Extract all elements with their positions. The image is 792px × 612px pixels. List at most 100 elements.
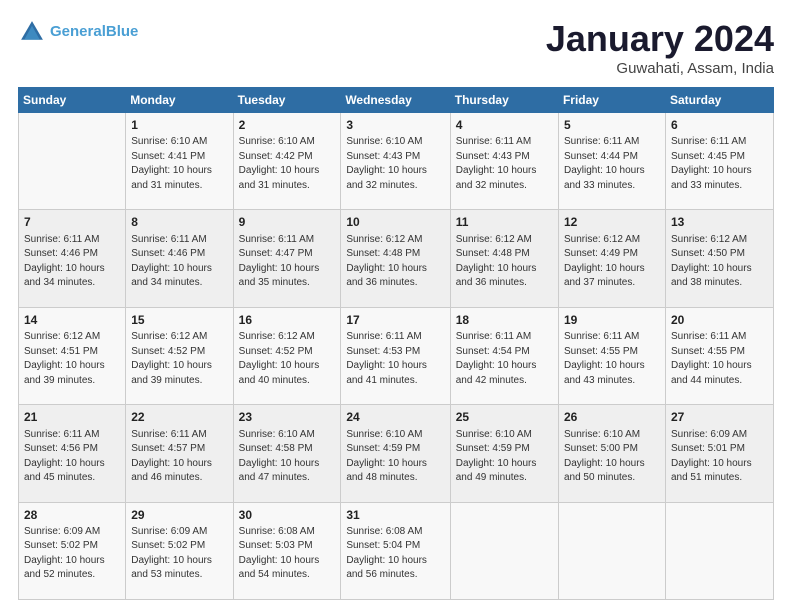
day-cell: 28Sunrise: 6:09 AMSunset: 5:02 PMDayligh… xyxy=(19,502,126,599)
day-number: 30 xyxy=(239,507,336,524)
day-cell xyxy=(450,502,558,599)
day-number: 20 xyxy=(671,312,768,329)
weekday-saturday: Saturday xyxy=(665,88,773,113)
day-info: Sunrise: 6:11 AMSunset: 4:55 PMDaylight:… xyxy=(671,330,768,388)
week-row-4: 21 Sunrise: 6:11 AMSunset: 4:56 PMDayligh… xyxy=(19,405,774,502)
day-number: 29 xyxy=(131,507,227,524)
day-number: 12 xyxy=(564,214,660,231)
day-cell: 31Sunrise: 6:08 AMSunset: 5:04 PMDayligh… xyxy=(341,502,450,599)
day-info: Sunrise: 6:09 AMSunset: 5:02 PMDaylight:… xyxy=(131,525,227,583)
day-info: Sunrise: 6:08 AMSunset: 5:03 PMDaylight:… xyxy=(239,525,336,583)
logo: GeneralBlue xyxy=(18,18,138,46)
day-number: 14 xyxy=(24,312,120,329)
day-number: 24 xyxy=(346,409,444,426)
day-cell: 7 Sunrise: 6:11 AMSunset: 4:46 PMDaylight… xyxy=(19,210,126,307)
day-cell: 24 Sunrise: 6:10 AMSunset: 4:59 PMDayligh… xyxy=(341,405,450,502)
day-number: 7 xyxy=(24,214,120,231)
day-info: Sunrise: 6:11 AMSunset: 4:47 PMDaylight:… xyxy=(239,233,336,291)
week-row-1: 1Sunrise: 6:10 AMSunset: 4:41 PMDaylight… xyxy=(19,113,774,210)
day-cell: 25Sunrise: 6:10 AMSunset: 4:59 PMDayligh… xyxy=(450,405,558,502)
logo-text: GeneralBlue xyxy=(50,23,138,41)
day-cell: 9 Sunrise: 6:11 AMSunset: 4:47 PMDaylight… xyxy=(233,210,341,307)
day-cell: 16Sunrise: 6:12 AMSunset: 4:52 PMDayligh… xyxy=(233,307,341,404)
day-cell: 23 Sunrise: 6:10 AMSunset: 4:58 PMDayligh… xyxy=(233,405,341,502)
day-cell: 26 Sunrise: 6:10 AMSunset: 5:00 PMDayligh… xyxy=(558,405,665,502)
day-cell: 20Sunrise: 6:11 AMSunset: 4:55 PMDayligh… xyxy=(665,307,773,404)
day-cell: 18Sunrise: 6:11 AMSunset: 4:54 PMDayligh… xyxy=(450,307,558,404)
day-cell: 30Sunrise: 6:08 AMSunset: 5:03 PMDayligh… xyxy=(233,502,341,599)
day-info: Sunrise: 6:10 AMSunset: 4:58 PMDaylight:… xyxy=(239,428,336,486)
day-info: Sunrise: 6:10 AMSunset: 5:00 PMDaylight:… xyxy=(564,428,660,486)
day-cell: 14Sunrise: 6:12 AMSunset: 4:51 PMDayligh… xyxy=(19,307,126,404)
day-cell: 29Sunrise: 6:09 AMSunset: 5:02 PMDayligh… xyxy=(126,502,233,599)
day-info: Sunrise: 6:09 AMSunset: 5:02 PMDaylight:… xyxy=(24,525,120,583)
day-number: 2 xyxy=(239,117,336,134)
day-number: 5 xyxy=(564,117,660,134)
day-cell: 2Sunrise: 6:10 AMSunset: 4:42 PMDaylight… xyxy=(233,113,341,210)
day-info: Sunrise: 6:11 AMSunset: 4:54 PMDaylight:… xyxy=(456,330,553,388)
day-info: Sunrise: 6:11 AMSunset: 4:56 PMDaylight:… xyxy=(24,428,120,486)
day-cell: 11Sunrise: 6:12 AMSunset: 4:48 PMDayligh… xyxy=(450,210,558,307)
day-cell: 22 Sunrise: 6:11 AMSunset: 4:57 PMDayligh… xyxy=(126,405,233,502)
day-info: Sunrise: 6:12 AMSunset: 4:50 PMDaylight:… xyxy=(671,233,768,291)
day-cell: 27Sunrise: 6:09 AMSunset: 5:01 PMDayligh… xyxy=(665,405,773,502)
day-info: Sunrise: 6:11 AMSunset: 4:57 PMDaylight:… xyxy=(131,428,227,486)
day-number: 4 xyxy=(456,117,553,134)
day-number: 18 xyxy=(456,312,553,329)
day-cell: 15Sunrise: 6:12 AMSunset: 4:52 PMDayligh… xyxy=(126,307,233,404)
day-info: Sunrise: 6:11 AMSunset: 4:46 PMDaylight:… xyxy=(24,233,120,291)
day-number: 26 xyxy=(564,409,660,426)
day-number: 6 xyxy=(671,117,768,134)
day-cell: 13Sunrise: 6:12 AMSunset: 4:50 PMDayligh… xyxy=(665,210,773,307)
day-info: Sunrise: 6:10 AMSunset: 4:41 PMDaylight:… xyxy=(131,135,227,193)
day-info: Sunrise: 6:12 AMSunset: 4:52 PMDaylight:… xyxy=(239,330,336,388)
day-info: Sunrise: 6:12 AMSunset: 4:48 PMDaylight:… xyxy=(456,233,553,291)
location: Guwahati, Assam, India xyxy=(546,60,774,77)
logo-line1: General xyxy=(50,23,106,40)
day-number: 17 xyxy=(346,312,444,329)
week-row-3: 14Sunrise: 6:12 AMSunset: 4:51 PMDayligh… xyxy=(19,307,774,404)
day-number: 10 xyxy=(346,214,444,231)
title-block: January 2024 Guwahati, Assam, India xyxy=(546,18,774,77)
day-cell: 10 Sunrise: 6:12 AMSunset: 4:48 PMDayligh… xyxy=(341,210,450,307)
day-cell: 4Sunrise: 6:11 AMSunset: 4:43 PMDaylight… xyxy=(450,113,558,210)
day-number: 1 xyxy=(131,117,227,134)
day-info: Sunrise: 6:11 AMSunset: 4:43 PMDaylight:… xyxy=(456,135,553,193)
day-info: Sunrise: 6:11 AMSunset: 4:55 PMDaylight:… xyxy=(564,330,660,388)
weekday-monday: Monday xyxy=(126,88,233,113)
day-cell xyxy=(665,502,773,599)
day-info: Sunrise: 6:10 AMSunset: 4:59 PMDaylight:… xyxy=(346,428,444,486)
day-number: 15 xyxy=(131,312,227,329)
day-number: 31 xyxy=(346,507,444,524)
day-number: 21 xyxy=(24,409,120,426)
day-info: Sunrise: 6:11 AMSunset: 4:44 PMDaylight:… xyxy=(564,135,660,193)
day-info: Sunrise: 6:12 AMSunset: 4:48 PMDaylight:… xyxy=(346,233,444,291)
day-info: Sunrise: 6:11 AMSunset: 4:46 PMDaylight:… xyxy=(131,233,227,291)
day-cell: 21 Sunrise: 6:11 AMSunset: 4:56 PMDayligh… xyxy=(19,405,126,502)
day-info: Sunrise: 6:11 AMSunset: 4:45 PMDaylight:… xyxy=(671,135,768,193)
month-title: January 2024 xyxy=(546,18,774,60)
day-number: 9 xyxy=(239,214,336,231)
day-number: 16 xyxy=(239,312,336,329)
weekday-thursday: Thursday xyxy=(450,88,558,113)
day-cell: 17Sunrise: 6:11 AMSunset: 4:53 PMDayligh… xyxy=(341,307,450,404)
day-number: 3 xyxy=(346,117,444,134)
logo-line2: Blue xyxy=(106,23,139,40)
day-number: 8 xyxy=(131,214,227,231)
day-number: 25 xyxy=(456,409,553,426)
day-info: Sunrise: 6:12 AMSunset: 4:49 PMDaylight:… xyxy=(564,233,660,291)
day-info: Sunrise: 6:08 AMSunset: 5:04 PMDaylight:… xyxy=(346,525,444,583)
day-cell: 6Sunrise: 6:11 AMSunset: 4:45 PMDaylight… xyxy=(665,113,773,210)
weekday-header: SundayMondayTuesdayWednesdayThursdayFrid… xyxy=(19,88,774,113)
weekday-friday: Friday xyxy=(558,88,665,113)
day-number: 22 xyxy=(131,409,227,426)
day-info: Sunrise: 6:12 AMSunset: 4:52 PMDaylight:… xyxy=(131,330,227,388)
day-number: 28 xyxy=(24,507,120,524)
weekday-wednesday: Wednesday xyxy=(341,88,450,113)
day-cell: 19Sunrise: 6:11 AMSunset: 4:55 PMDayligh… xyxy=(558,307,665,404)
day-info: Sunrise: 6:11 AMSunset: 4:53 PMDaylight:… xyxy=(346,330,444,388)
week-row-5: 28Sunrise: 6:09 AMSunset: 5:02 PMDayligh… xyxy=(19,502,774,599)
day-number: 23 xyxy=(239,409,336,426)
day-cell: 5Sunrise: 6:11 AMSunset: 4:44 PMDaylight… xyxy=(558,113,665,210)
calendar-table: SundayMondayTuesdayWednesdayThursdayFrid… xyxy=(18,87,774,600)
